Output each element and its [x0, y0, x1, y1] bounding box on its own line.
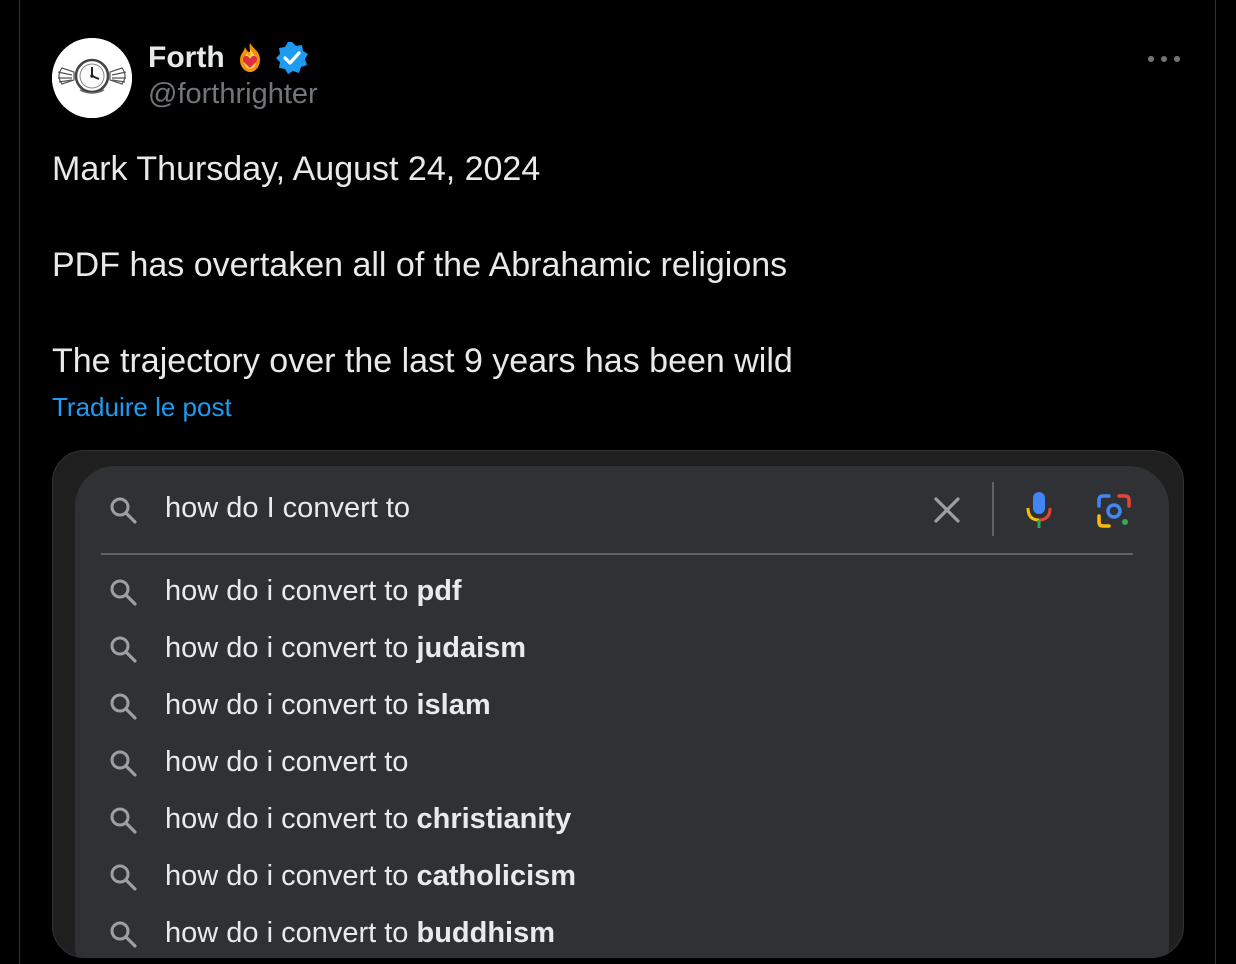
suggestion-completion: catholicism	[416, 860, 577, 892]
author-display-name[interactable]: Forth	[148, 41, 225, 75]
suggestion-item[interactable]: how do i convert to pdf	[75, 565, 1169, 622]
more-options-button[interactable]	[1146, 44, 1182, 74]
suggestion-completion: christianity	[416, 803, 572, 835]
suggestion-text: how do i convert to	[165, 746, 408, 779]
suggestion-completion: buddhism	[416, 917, 556, 949]
tweet-media-image[interactable]: how do I convert to how do i convert to …	[52, 450, 1184, 958]
suggestion-prefix: how do i convert to	[165, 575, 417, 607]
microphone-icon[interactable]	[1021, 490, 1057, 530]
winged-clock-logo	[52, 38, 132, 118]
suggestion-prefix: how do i convert to	[165, 632, 417, 664]
suggestion-item[interactable]: how do i convert to judaism	[75, 622, 1169, 679]
search-divider	[101, 553, 1133, 555]
suggestion-text: how do i convert to christianity	[165, 803, 571, 836]
search-icon	[110, 497, 137, 524]
search-icon	[110, 579, 137, 606]
tweet-text-line-1: Mark Thursday, August 24, 2024	[52, 150, 541, 188]
search-icon	[110, 750, 137, 777]
search-input[interactable]: how do I convert to	[165, 492, 410, 525]
suggestion-text: how do i convert to islam	[165, 689, 491, 722]
camera-lens-icon[interactable]	[1095, 492, 1133, 530]
suggestion-item[interactable]: how do i convert to buddhism	[75, 907, 1169, 957]
search-dropdown: how do I convert to how do i convert to …	[75, 466, 1169, 957]
author-name-row[interactable]: Forth	[148, 38, 309, 78]
verified-badge-icon[interactable]	[275, 41, 309, 75]
author-handle[interactable]: @forthrighter	[148, 78, 318, 111]
suggestion-item[interactable]: how do i convert to islam	[75, 679, 1169, 736]
suggestion-prefix: how do i convert to	[165, 689, 417, 721]
suggestion-completion: islam	[416, 689, 491, 721]
suggestion-prefix: how do i convert to	[165, 917, 417, 949]
tweet-text-line-3: The trajectory over the last 9 years has…	[52, 342, 793, 380]
suggestion-text: how do i convert to pdf	[165, 575, 462, 608]
search-icon	[110, 636, 137, 663]
suggestion-item[interactable]: how do i convert to christianity	[75, 793, 1169, 850]
heart-on-fire-icon	[239, 43, 260, 72]
suggestion-prefix: how do i convert to	[165, 746, 409, 778]
more-dots-icon	[1148, 56, 1180, 62]
search-icon	[110, 864, 137, 891]
avatar[interactable]	[52, 38, 132, 118]
close-icon[interactable]	[931, 494, 963, 526]
suggestion-prefix: how do i convert to	[165, 803, 417, 835]
search-icon	[110, 693, 137, 720]
tweet-text-line-2: PDF has overtaken all of the Abrahamic r…	[52, 246, 788, 284]
suggestion-item[interactable]: how do i convert to	[75, 736, 1169, 793]
suggestion-text: how do i convert to buddhism	[165, 917, 555, 950]
search-icon	[110, 807, 137, 834]
toolbar-divider	[992, 482, 994, 536]
suggestion-text: how do i convert to judaism	[165, 632, 526, 665]
suggestion-completion: judaism	[416, 632, 527, 664]
suggestion-item[interactable]: how do i convert to catholicism	[75, 850, 1169, 907]
translate-post-link[interactable]: Traduire le post	[52, 392, 232, 423]
search-query-row[interactable]: how do I convert to	[75, 466, 1169, 554]
suggestion-completion: pdf	[416, 575, 462, 607]
suggestion-text: how do i convert to catholicism	[165, 860, 576, 893]
suggestion-prefix: how do i convert to	[165, 860, 417, 892]
search-icon	[110, 921, 137, 948]
